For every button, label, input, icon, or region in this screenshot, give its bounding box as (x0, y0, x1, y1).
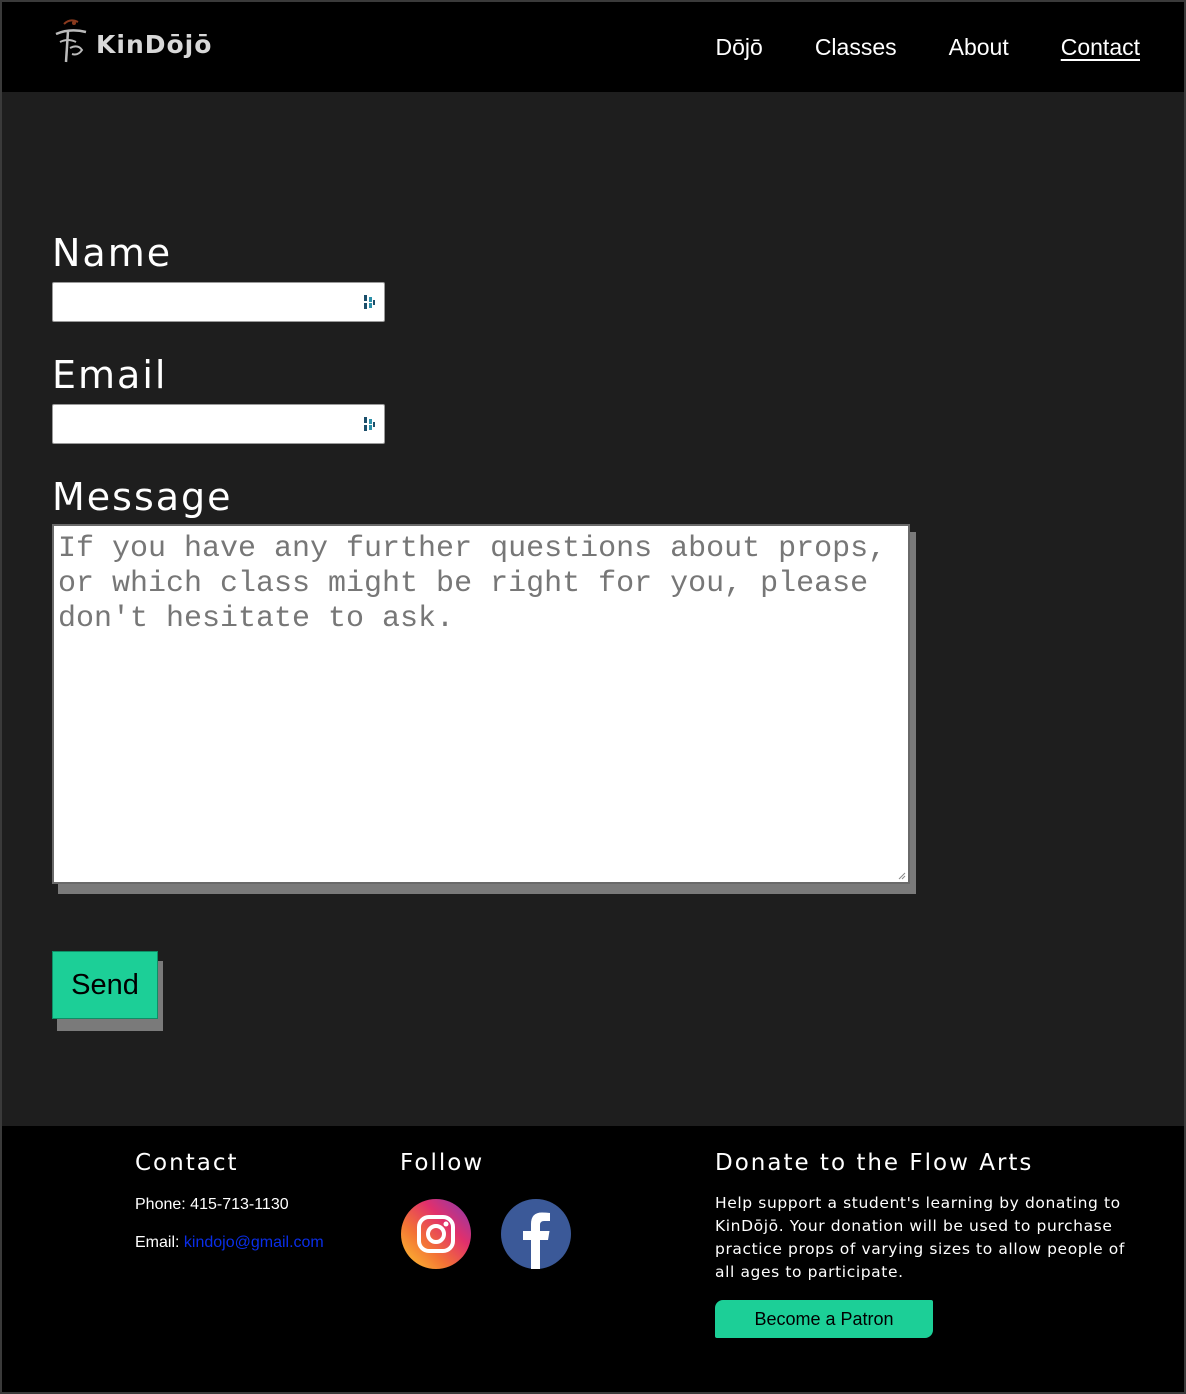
donate-description: Help support a student's learning by don… (715, 1194, 1125, 1281)
name-label: Name (52, 231, 173, 275)
message-field-wrapper (52, 524, 916, 894)
name-input[interactable] (53, 283, 384, 321)
phone-value: 415-713-1130 (190, 1196, 289, 1213)
email-field-wrapper (52, 404, 385, 444)
email-input[interactable] (53, 405, 384, 443)
footer-follow: Follow (400, 1148, 600, 1270)
nav-dojo[interactable]: Dōjō (716, 32, 763, 62)
footer-donate: Donate to the Flow Arts Help support a s… (715, 1148, 1135, 1338)
facebook-icon[interactable] (500, 1198, 572, 1270)
nav-classes[interactable]: Classes (815, 32, 897, 62)
resize-grip-icon[interactable] (898, 872, 906, 880)
footer-email: Email: kindojo@gmail.com (135, 1232, 324, 1254)
phone-label: Phone: (135, 1196, 186, 1213)
footer-donate-heading: Donate to the Flow Arts (715, 1150, 1034, 1176)
nav-about[interactable]: About (949, 32, 1009, 62)
message-textarea[interactable] (52, 524, 910, 884)
logo-text: KinDōjō (96, 29, 213, 59)
site-header: KinDōjō Dōjō Classes About Contact (2, 2, 1184, 92)
site-footer: Contact Phone: 415-713-1130 Email: kindo… (2, 1126, 1184, 1392)
logo[interactable]: KinDōjō (52, 18, 212, 66)
kindojo-logo-icon (55, 19, 87, 63)
nav-contact[interactable]: Contact (1061, 32, 1140, 62)
footer-follow-heading: Follow (400, 1150, 485, 1176)
send-button[interactable]: Send (52, 951, 158, 1019)
password-manager-icon[interactable] (363, 293, 377, 311)
message-label: Message (52, 475, 233, 519)
main-nav: Dōjō Classes About Contact (664, 32, 1141, 62)
page: KinDōjō Dōjō Classes About Contact Name … (0, 0, 1186, 1394)
email-label: Email (52, 353, 168, 397)
instagram-icon[interactable] (400, 1198, 472, 1270)
email-label-footer: Email: (135, 1234, 180, 1251)
password-manager-icon[interactable] (363, 415, 377, 433)
become-patron-button[interactable]: Become a Patron (715, 1300, 933, 1338)
footer-phone: Phone: 415-713-1130 (135, 1194, 324, 1216)
social-links (400, 1198, 600, 1270)
email-link[interactable]: kindojo@gmail.com (184, 1234, 324, 1251)
name-field-wrapper (52, 282, 385, 322)
send-button-wrapper: Send (52, 951, 164, 1031)
contact-form: Name Email Message If you have any furth… (52, 228, 922, 1031)
footer-contact: Contact Phone: 415-713-1130 Email: kindo… (135, 1148, 324, 1254)
footer-contact-heading: Contact (135, 1150, 239, 1176)
